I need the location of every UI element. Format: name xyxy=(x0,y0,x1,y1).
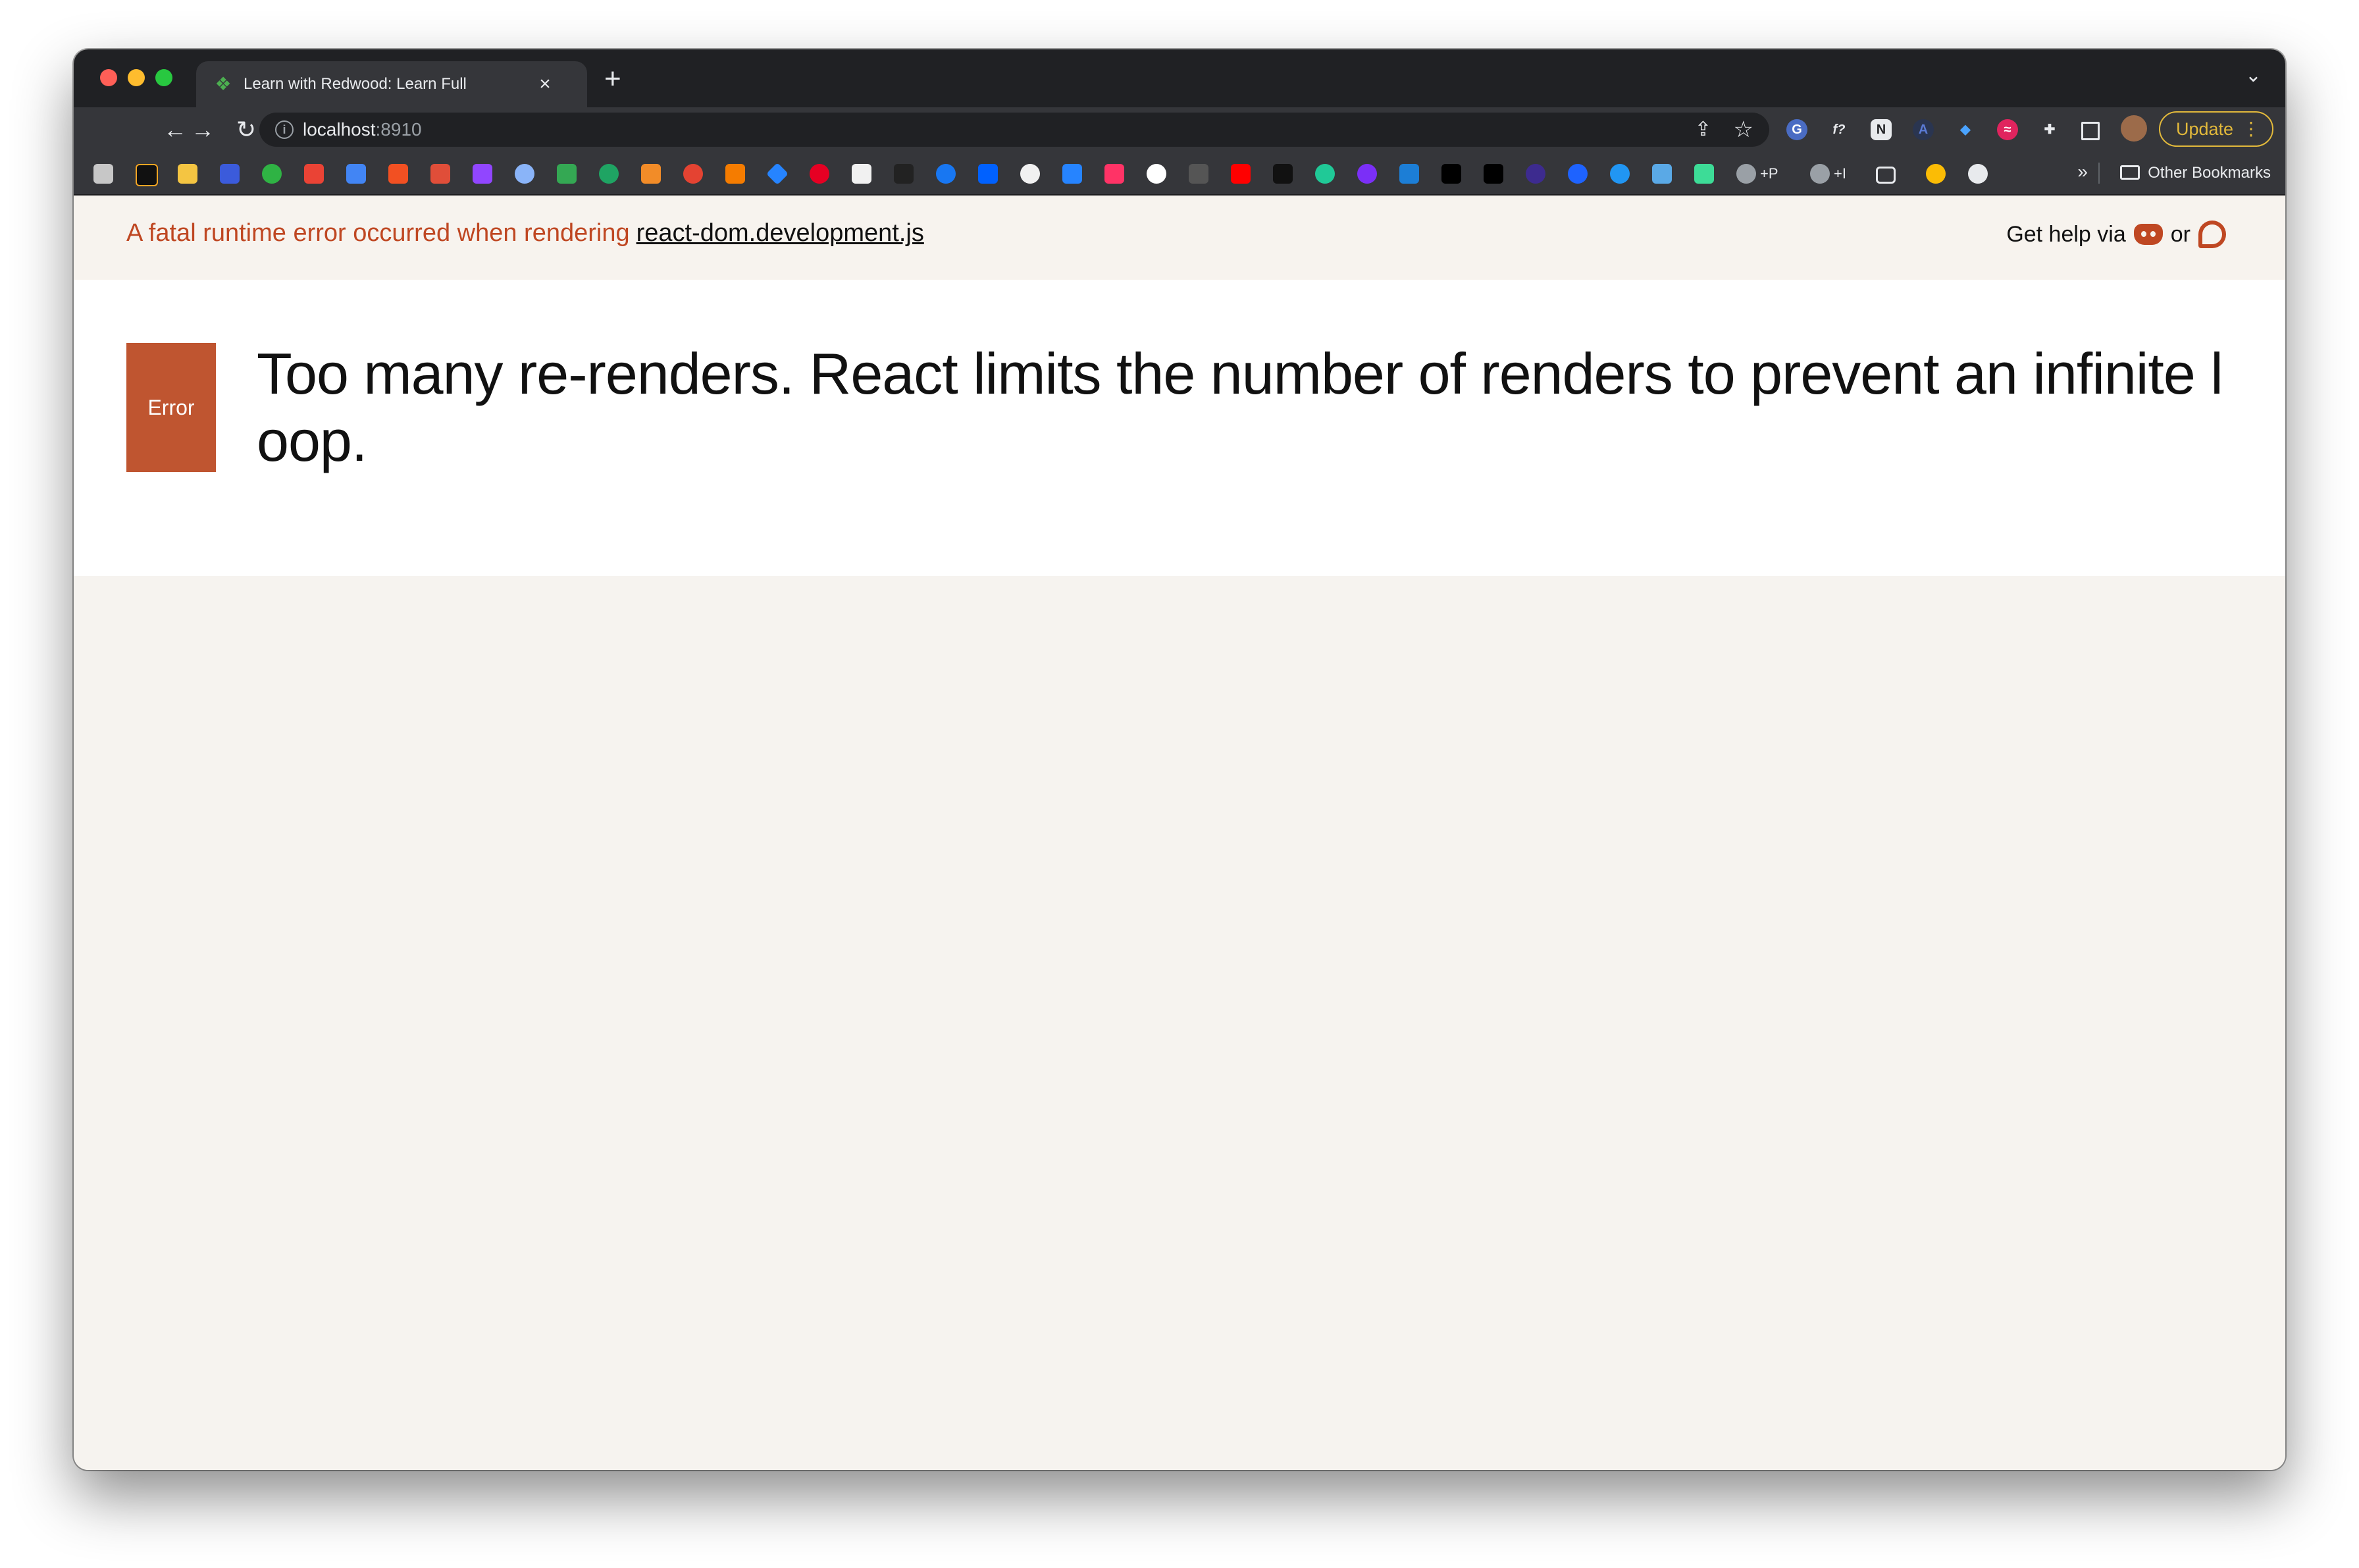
globe-icon[interactable] xyxy=(1810,164,1830,184)
youtube-icon[interactable] xyxy=(1231,164,1251,184)
extension-red-icon[interactable]: ≈ xyxy=(1997,119,2018,140)
update-button[interactable]: Update ⋮ xyxy=(2159,111,2273,147)
bookmarks-divider xyxy=(2098,163,2100,184)
google-icon[interactable] xyxy=(1147,164,1166,184)
folder-icon[interactable] xyxy=(1876,167,1896,184)
forum-chat-icon[interactable] xyxy=(2198,221,2226,248)
globe-icon[interactable] xyxy=(1736,164,1756,184)
bookmark-icon[interactable] xyxy=(1315,164,1335,184)
url-port: :8910 xyxy=(375,119,422,140)
bookmark-icon[interactable] xyxy=(1568,164,1588,184)
discord-icon[interactable] xyxy=(2133,224,2163,245)
tab-close-icon[interactable]: × xyxy=(533,73,557,95)
dev-icon[interactable] xyxy=(1484,164,1503,184)
bookmark-icon[interactable] xyxy=(1273,164,1293,184)
tab-title: Learn with Redwood: Learn Full xyxy=(244,75,467,93)
bookmarks-bar: +P +I » Other Bookmarks xyxy=(74,152,2285,196)
chrome-icon[interactable] xyxy=(1926,164,1946,184)
bookmark-icon[interactable] xyxy=(430,164,450,184)
tab-search-chevron-icon[interactable]: ⌄ xyxy=(2245,64,2262,87)
url-text[interactable]: localhost:8910 xyxy=(303,119,422,140)
extension-formula-icon[interactable]: f? xyxy=(1828,119,1850,140)
twitch-icon[interactable] xyxy=(473,164,492,184)
microsoft-icon[interactable] xyxy=(388,164,408,184)
error-message: Too many re-renders. React limits the nu… xyxy=(257,341,2223,473)
bookmark-icon[interactable] xyxy=(1526,164,1545,184)
bookmark-icon[interactable] xyxy=(1399,164,1419,184)
url-host: localhost xyxy=(303,119,376,140)
bitbucket-icon[interactable] xyxy=(1062,164,1082,184)
jira-icon[interactable] xyxy=(766,163,789,185)
update-label: Update xyxy=(2176,119,2234,139)
extension-translate-icon[interactable]: G xyxy=(1786,119,1807,140)
extension-a-icon[interactable]: A xyxy=(1913,119,1934,140)
bookmark-icon[interactable] xyxy=(93,164,113,184)
forward-arrow-icon[interactable]: → xyxy=(187,114,219,145)
extension-gem-icon[interactable]: ◆ xyxy=(1955,119,1976,140)
folder-icon xyxy=(2120,165,2140,180)
bookmark-plus-p[interactable]: +P xyxy=(1760,164,1778,184)
invision-icon[interactable] xyxy=(1104,164,1124,184)
bookmark-icon[interactable] xyxy=(1610,164,1630,184)
bookmark-icon[interactable] xyxy=(725,164,745,184)
bookmark-icon[interactable] xyxy=(1189,164,1208,184)
fatal-error-file-link[interactable]: react-dom.development.js xyxy=(636,219,924,247)
bookmark-icon[interactable] xyxy=(136,164,158,186)
bookmark-icon[interactable] xyxy=(1694,164,1714,184)
github-icon[interactable] xyxy=(1020,164,1040,184)
bookmark-icon[interactable] xyxy=(641,164,661,184)
help-or-label: or xyxy=(2170,221,2190,247)
bookmarks-overflow-icon[interactable]: » xyxy=(2077,161,2088,182)
browser-window: ❖ Learn with Redwood: Learn Full × + ⌄ ←… xyxy=(74,49,2285,1470)
get-help-label: Get help via xyxy=(2006,221,2126,247)
bookmark-icon[interactable] xyxy=(1652,164,1672,184)
extensions-puzzle-icon[interactable]: ✚ xyxy=(2039,119,2060,140)
bookmark-icon[interactable] xyxy=(852,164,871,184)
bookmark-icon[interactable] xyxy=(220,164,240,184)
bookmark-icon[interactable] xyxy=(1357,164,1377,184)
profile-avatar[interactable] xyxy=(2121,115,2147,142)
pinterest-icon[interactable] xyxy=(810,164,829,184)
new-tab-button[interactable]: + xyxy=(604,63,621,95)
fatal-error-text: A fatal runtime error occurred when rend… xyxy=(126,219,924,248)
extension-notion-icon[interactable]: N xyxy=(1871,119,1892,140)
close-window-button[interactable] xyxy=(100,69,117,86)
todoist-icon[interactable] xyxy=(683,164,703,184)
share-icon[interactable]: ⇪ xyxy=(1695,118,1711,141)
other-bookmarks[interactable]: Other Bookmarks xyxy=(2120,163,2271,184)
side-panel-icon[interactable] xyxy=(2081,122,2100,140)
browser-toolbar: ← → ↻ i localhost:8910 ⇪ ☆ G f? N A ◆ ≈ … xyxy=(74,107,2285,152)
redwood-favicon-icon: ❖ xyxy=(215,74,232,94)
site-info-icon[interactable]: i xyxy=(275,120,294,139)
medium-icon[interactable] xyxy=(1441,164,1461,184)
facebook-icon[interactable] xyxy=(936,164,956,184)
address-bar[interactable]: i localhost:8910 ⇪ ☆ xyxy=(259,113,1769,147)
active-tab[interactable]: ❖ Learn with Redwood: Learn Full × xyxy=(196,61,587,107)
bookmark-plus-i[interactable]: +I xyxy=(1834,164,1846,184)
wordpress-icon[interactable] xyxy=(1968,164,1988,184)
back-arrow-icon[interactable]: ← xyxy=(159,114,191,145)
fatal-error-label: A fatal runtime error occurred when rend… xyxy=(126,219,630,247)
error-banner: A fatal runtime error occurred when rend… xyxy=(74,196,2285,280)
bookmark-star-icon[interactable]: ☆ xyxy=(1734,117,1753,143)
maximize-window-button[interactable] xyxy=(155,69,172,86)
gmail-icon[interactable] xyxy=(304,164,324,184)
bookmark-icon[interactable] xyxy=(894,164,914,184)
get-help: Get help via or xyxy=(2006,221,2226,248)
tab-strip: ❖ Learn with Redwood: Learn Full × + ⌄ xyxy=(74,49,2285,107)
dropbox-icon[interactable] xyxy=(978,164,998,184)
minimize-window-button[interactable] xyxy=(128,69,145,86)
other-bookmarks-label: Other Bookmarks xyxy=(2148,164,2271,182)
page-content: A fatal runtime error occurred when rend… xyxy=(74,196,2285,1470)
bookmark-icon[interactable] xyxy=(262,164,282,184)
reload-icon[interactable]: ↻ xyxy=(230,114,262,145)
error-badge: Error xyxy=(126,343,216,472)
calendar-icon[interactable] xyxy=(346,164,366,184)
phone-icon[interactable] xyxy=(599,164,619,184)
bookmark-icon[interactable] xyxy=(515,164,534,184)
error-panel: Error Too many re-renders. React limits … xyxy=(74,280,2285,576)
bookmark-icon[interactable] xyxy=(178,164,197,184)
more-vertical-icon: ⋮ xyxy=(2242,118,2260,139)
google-drive-icon[interactable] xyxy=(557,164,577,184)
